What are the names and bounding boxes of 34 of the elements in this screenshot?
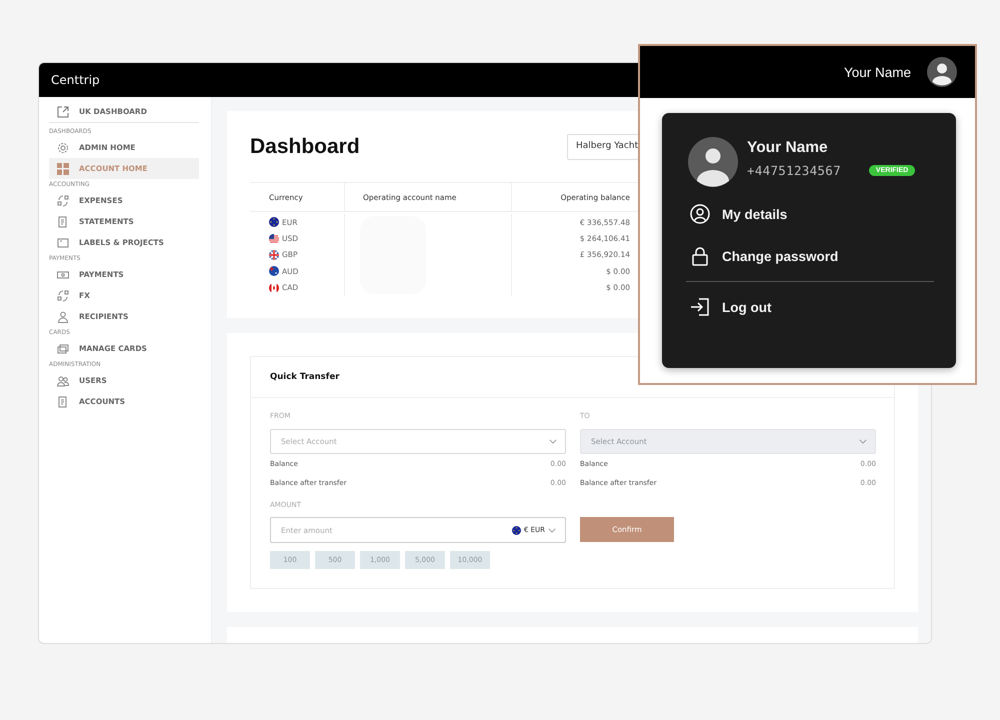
star-flag-icon xyxy=(269,217,279,228)
gear-icon xyxy=(57,142,69,154)
page-title: Dashboard xyxy=(250,135,360,159)
users-icon xyxy=(57,374,69,386)
striped-flag-icon xyxy=(269,234,279,244)
user-name: Your Name xyxy=(747,139,829,157)
cycle-icon xyxy=(57,290,69,302)
chevron-icon xyxy=(859,439,867,444)
star-flag-icon xyxy=(512,526,521,534)
grid-icon xyxy=(57,162,69,174)
cross-flag-icon xyxy=(269,250,279,260)
leaf-flag-icon xyxy=(269,282,279,293)
document-icon xyxy=(57,396,69,408)
cycle-icon xyxy=(57,194,69,206)
menu-item[interactable]: Change password xyxy=(690,235,932,277)
external-link-icon xyxy=(57,106,69,118)
person-icon xyxy=(57,310,69,322)
lock-icon xyxy=(690,246,710,266)
wallet-icon xyxy=(57,268,69,280)
cards-icon xyxy=(57,342,69,354)
cross-flag-icon xyxy=(269,266,279,276)
folder-icon xyxy=(57,236,69,248)
phone-number: +44751234567 xyxy=(747,163,841,178)
chevron-icon xyxy=(548,528,556,532)
avatar-icon[interactable] xyxy=(927,57,957,87)
app-logo: Centtrip xyxy=(51,73,100,87)
document-icon xyxy=(57,216,69,228)
chevron-icon xyxy=(549,439,557,444)
avatar-icon xyxy=(688,137,738,187)
user-name: Your Name xyxy=(844,64,911,80)
menu-item[interactable]: Log out xyxy=(690,286,932,328)
logout-icon xyxy=(690,297,710,317)
menu-item[interactable]: My details xyxy=(690,193,932,235)
user-icon xyxy=(690,204,710,224)
